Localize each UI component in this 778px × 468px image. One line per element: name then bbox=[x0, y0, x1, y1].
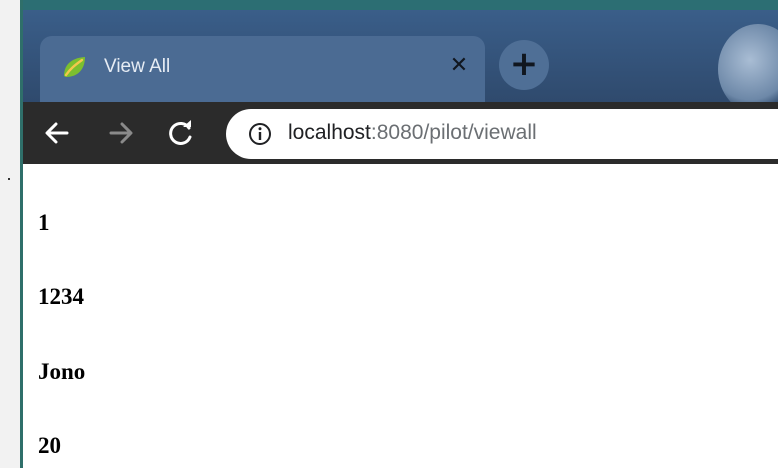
tab-view-all[interactable]: View All ✕ bbox=[40, 36, 485, 102]
pilot-age: 20 bbox=[38, 433, 61, 458]
arrow-left-icon bbox=[45, 122, 69, 144]
window-left-border bbox=[20, 0, 23, 468]
spring-leaf-icon bbox=[60, 53, 88, 81]
forward-button[interactable] bbox=[105, 117, 137, 149]
info-icon[interactable] bbox=[248, 122, 272, 146]
close-icon[interactable]: ✕ bbox=[446, 53, 472, 79]
theme-background-art bbox=[718, 24, 778, 102]
left-window-edge bbox=[0, 0, 22, 468]
page-content: 1 1234 Jono 20 bbox=[38, 164, 758, 468]
reload-icon bbox=[169, 120, 192, 145]
new-tab-button[interactable]: + bbox=[499, 40, 549, 90]
url-text[interactable]: localhost:8080/pilot/viewall bbox=[288, 121, 537, 145]
tab-title: View All bbox=[104, 56, 171, 77]
screenshot-frame: View All ✕ + localhost:8080/pilot/viewal… bbox=[0, 0, 778, 468]
reload-button[interactable] bbox=[165, 117, 197, 149]
arrow-right-icon bbox=[109, 122, 133, 144]
cursor-speck bbox=[8, 178, 10, 180]
url-path: :8080/pilot/viewall bbox=[370, 121, 537, 144]
tab-strip: View All ✕ + bbox=[23, 10, 778, 102]
plus-icon: + bbox=[509, 44, 539, 84]
pilot-name: Jono bbox=[38, 359, 86, 384]
pilot-id: 1 bbox=[38, 210, 50, 235]
back-button[interactable] bbox=[41, 117, 73, 149]
window-top-edge bbox=[20, 0, 778, 10]
url-host: localhost bbox=[288, 121, 371, 144]
pilot-number: 1234 bbox=[38, 284, 84, 309]
address-bar[interactable]: localhost:8080/pilot/viewall bbox=[226, 109, 778, 159]
browser-toolbar: localhost:8080/pilot/viewall bbox=[23, 102, 778, 164]
